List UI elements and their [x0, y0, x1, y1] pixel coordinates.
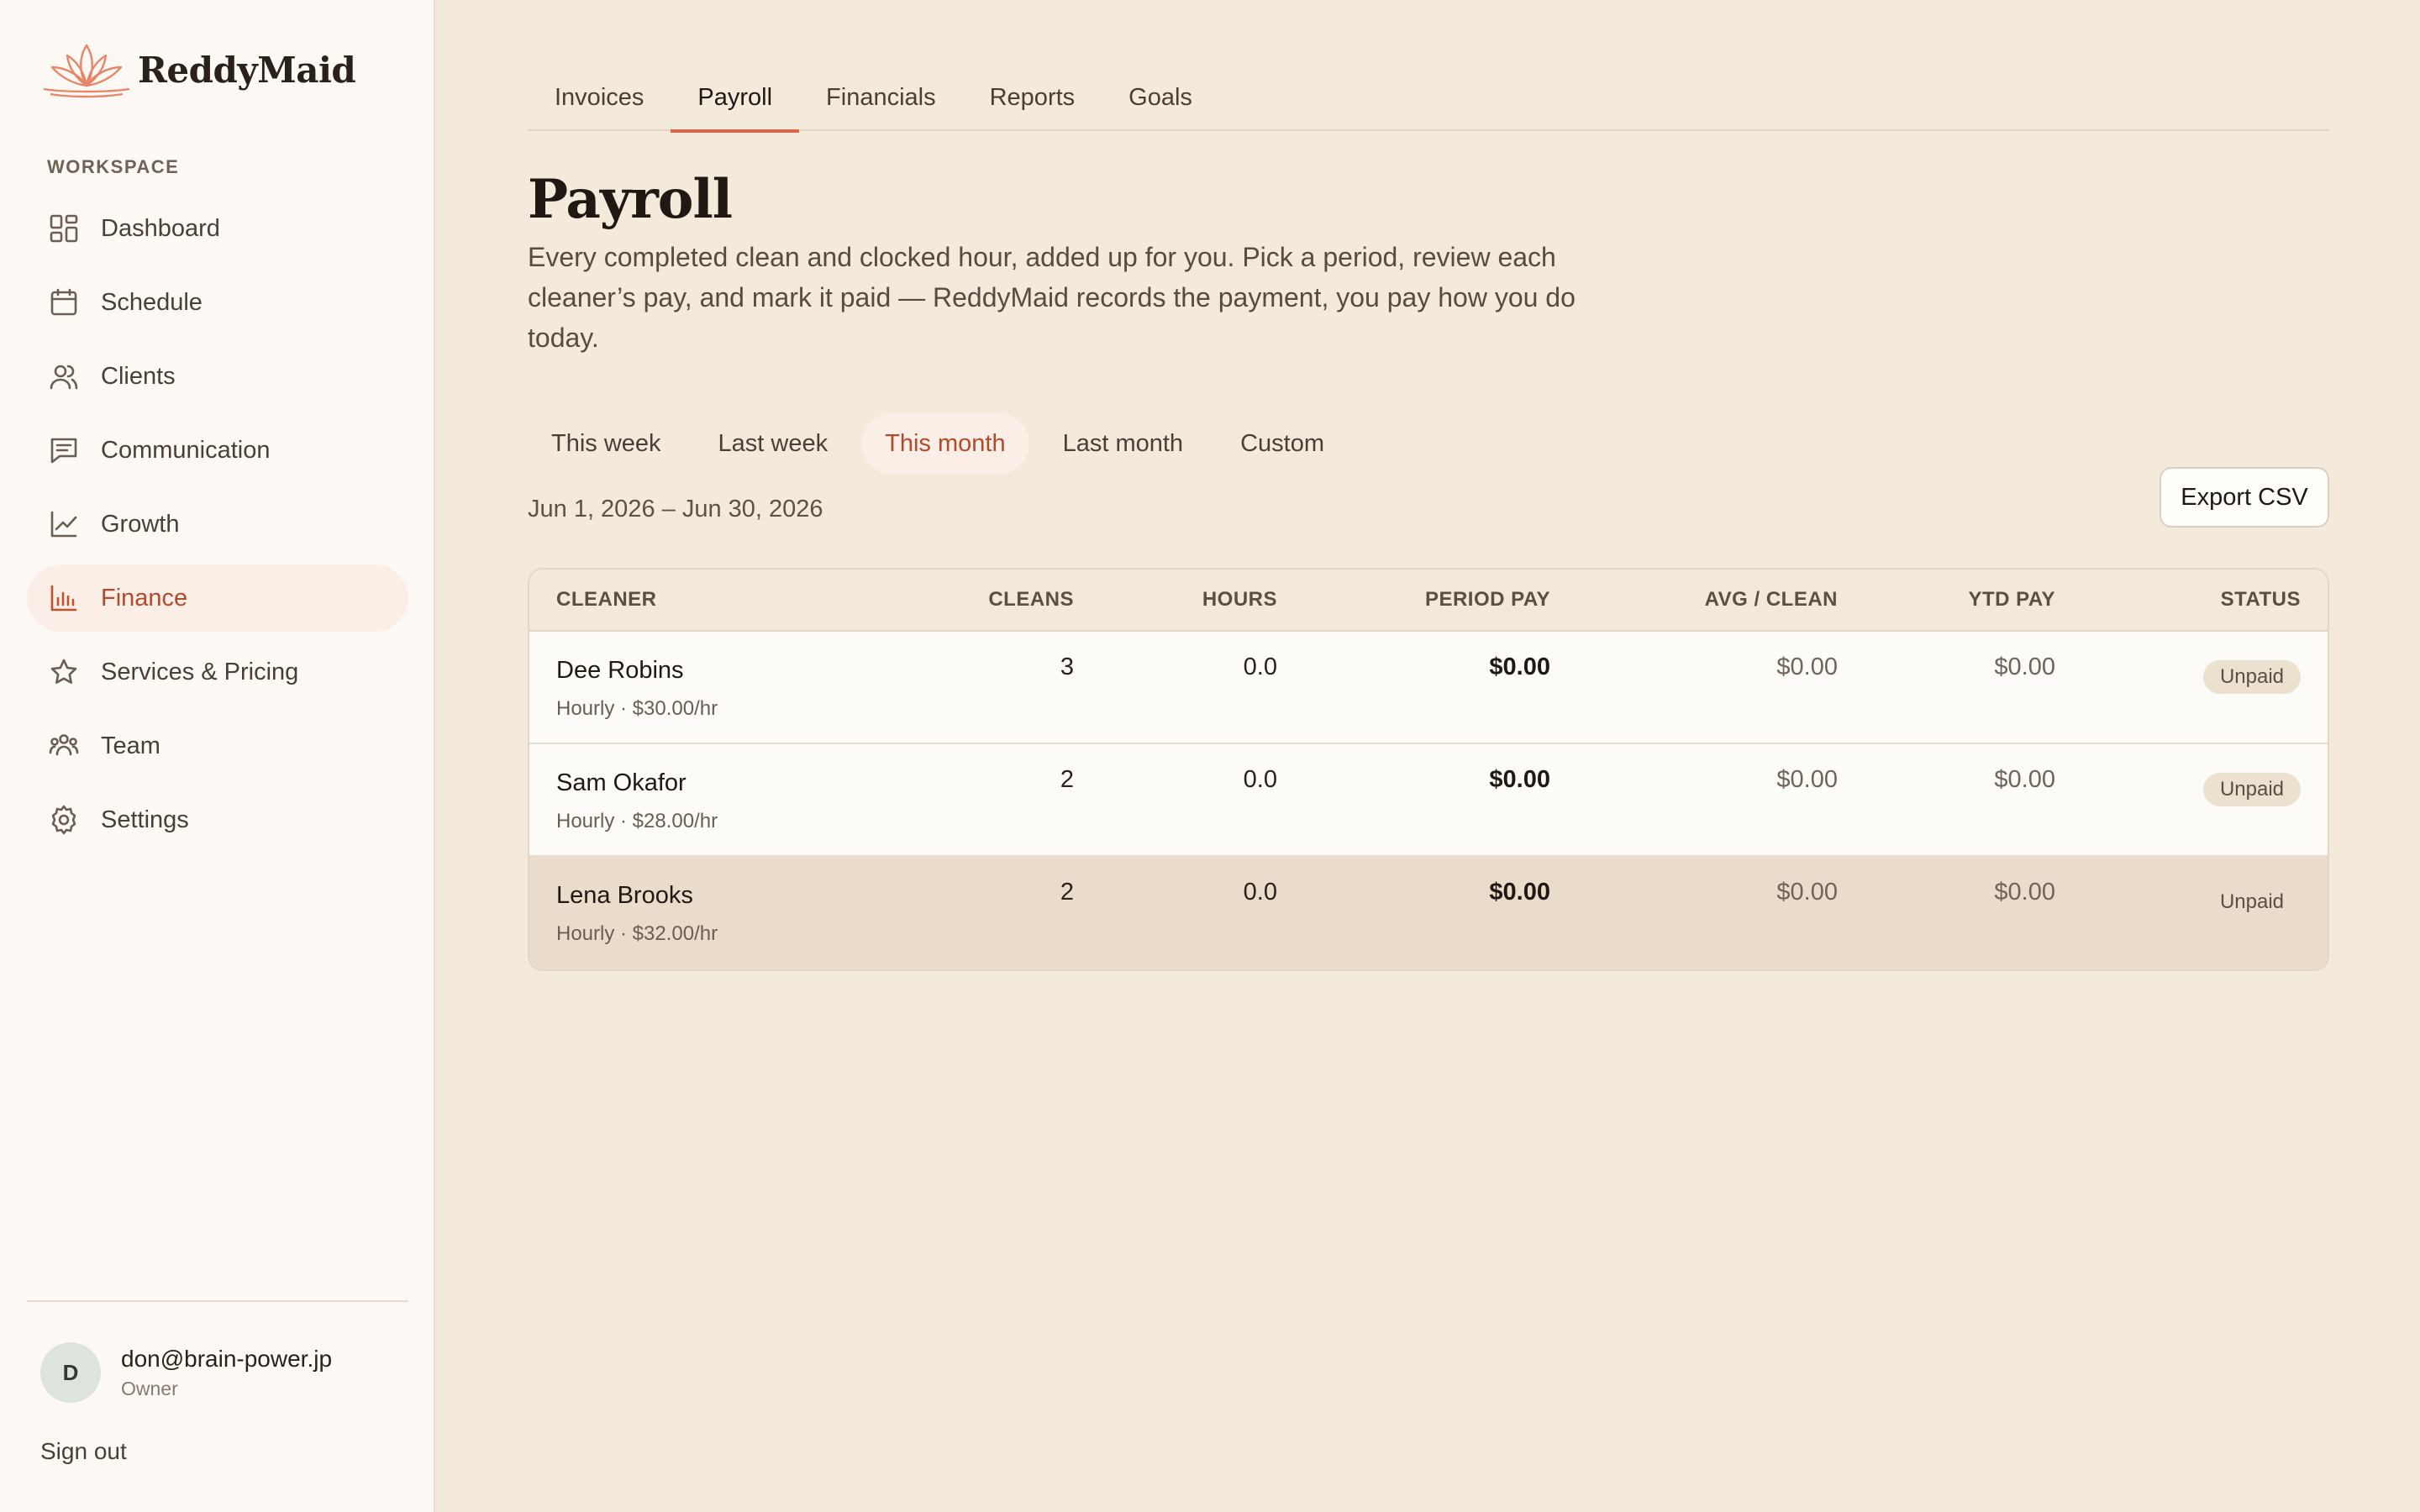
- dashboard-grid-icon: [47, 212, 81, 245]
- cleaner-name[interactable]: Sam Okafor: [556, 769, 687, 797]
- period-pay-value: $0.00: [1489, 879, 1550, 906]
- header-status[interactable]: STATUS: [2221, 588, 2301, 612]
- period-selector: This week Last week This month Last mont…: [528, 413, 1358, 474]
- cleans-count: 2: [1060, 766, 1074, 793]
- cleaner-name[interactable]: Lena Brooks: [556, 882, 693, 910]
- user-email: don@brain-power.jp: [121, 1345, 333, 1372]
- tab-financials[interactable]: Financials: [799, 77, 963, 131]
- trend-icon: [47, 507, 81, 541]
- payroll-table: CLEANER CLEANS HOURS PERIOD PAY AVG / CL…: [528, 568, 2329, 971]
- hours-value: 0.0: [1243, 654, 1277, 680]
- cleans-count: 3: [1060, 654, 1074, 680]
- ytd-pay-value: $0.00: [1994, 766, 2055, 793]
- sidebar-item-growth[interactable]: Growth: [27, 491, 408, 558]
- sidebar-item-team[interactable]: Team: [27, 712, 408, 780]
- period-last-month[interactable]: Last month: [1039, 413, 1207, 474]
- table-row[interactable]: Sam Okafor Hourly · $28.00/hr 2 0.0 $0.0…: [529, 744, 2328, 857]
- cleaner-rate: Hourly · $32.00/hr: [556, 922, 718, 945]
- star-icon: [47, 655, 81, 689]
- avg-clean-value: $0.00: [1776, 879, 1838, 906]
- sidebar: ReddyMaid WORKSPACE Dashboard Schedule C…: [0, 0, 435, 1512]
- message-icon: [47, 433, 81, 467]
- tab-reports[interactable]: Reports: [963, 77, 1102, 131]
- tab-goals[interactable]: Goals: [1102, 77, 1219, 131]
- users-icon: [47, 360, 81, 393]
- header-cleans[interactable]: CLEANS: [988, 588, 1074, 612]
- sidebar-item-services-pricing[interactable]: Services & Pricing: [27, 638, 408, 706]
- user-role: Owner: [121, 1377, 178, 1399]
- ytd-pay-value: $0.00: [1994, 654, 2055, 680]
- ytd-pay-value: $0.00: [1994, 879, 2055, 906]
- period-pay-value: $0.00: [1489, 766, 1550, 793]
- sidebar-item-label: Settings: [101, 806, 189, 833]
- status-badge[interactable]: Unpaid: [2203, 885, 2301, 919]
- bar-chart-icon: [47, 581, 81, 615]
- period-custom[interactable]: Custom: [1217, 413, 1348, 474]
- sidebar-item-finance[interactable]: Finance: [27, 564, 408, 632]
- header-avg-clean[interactable]: AVG / CLEAN: [1705, 588, 1838, 612]
- sidebar-item-label: Growth: [101, 510, 180, 538]
- header-period-pay[interactable]: PERIOD PAY: [1425, 588, 1550, 612]
- cleaner-rate: Hourly · $30.00/hr: [556, 697, 718, 720]
- sidebar-item-clients[interactable]: Clients: [27, 343, 408, 410]
- header-ytd-pay[interactable]: YTD PAY: [1968, 588, 2055, 612]
- workspace-section-label: WORKSPACE: [47, 156, 180, 177]
- finance-tabs: Invoices Payroll Financials Reports Goal…: [528, 77, 2329, 133]
- sidebar-item-label: Finance: [101, 584, 188, 612]
- sidebar-item-label: Dashboard: [101, 214, 220, 242]
- header-hours[interactable]: HOURS: [1202, 588, 1277, 612]
- sidebar-divider: [27, 1300, 408, 1302]
- sidebar-nav: Dashboard Schedule Clients Communication…: [27, 195, 408, 860]
- page-title: Payroll: [528, 168, 733, 231]
- status-badge[interactable]: Unpaid: [2202, 660, 2301, 694]
- cleaner-name[interactable]: Dee Robins: [556, 657, 684, 685]
- brand[interactable]: ReddyMaid: [40, 37, 356, 102]
- status-badge[interactable]: Unpaid: [2202, 773, 2301, 806]
- table-row[interactable]: Lena Brooks Hourly · $32.00/hr 2 0.0 $0.…: [529, 857, 2328, 969]
- sidebar-item-schedule[interactable]: Schedule: [27, 269, 408, 336]
- calendar-icon: [47, 286, 81, 319]
- table-row[interactable]: Dee Robins Hourly · $30.00/hr 3 0.0 $0.0…: [529, 632, 2328, 744]
- sidebar-item-label: Clients: [101, 362, 176, 390]
- hours-value: 0.0: [1243, 879, 1277, 906]
- sidebar-item-label: Communication: [101, 436, 271, 464]
- gear-icon: [47, 803, 81, 837]
- period-this-week[interactable]: This week: [528, 413, 685, 474]
- period-pay-value: $0.00: [1489, 654, 1550, 680]
- avg-clean-value: $0.00: [1776, 766, 1838, 793]
- sidebar-item-communication[interactable]: Communication: [27, 417, 408, 484]
- sidebar-item-label: Team: [101, 732, 160, 759]
- tab-payroll[interactable]: Payroll: [671, 77, 799, 133]
- hours-value: 0.0: [1243, 766, 1277, 793]
- sidebar-item-settings[interactable]: Settings: [27, 786, 408, 853]
- sidebar-item-dashboard[interactable]: Dashboard: [27, 195, 408, 262]
- page-description: Every completed clean and clocked hour, …: [528, 242, 1576, 353]
- avg-clean-value: $0.00: [1776, 654, 1838, 680]
- team-icon: [47, 729, 81, 763]
- period-this-month[interactable]: This month: [861, 413, 1029, 474]
- tab-invoices[interactable]: Invoices: [528, 77, 671, 131]
- user-profile[interactable]: D don@brain-power.jp Owner: [40, 1342, 332, 1403]
- table-header: CLEANER CLEANS HOURS PERIOD PAY AVG / CL…: [529, 570, 2328, 632]
- date-range: Jun 1, 2026 – Jun 30, 2026: [528, 496, 823, 522]
- cleaner-rate: Hourly · $28.00/hr: [556, 810, 718, 832]
- sidebar-item-label: Services & Pricing: [101, 658, 299, 685]
- period-last-week[interactable]: Last week: [695, 413, 852, 474]
- lotus-logo-icon: [43, 44, 130, 98]
- brand-name: ReddyMaid: [138, 49, 356, 91]
- header-cleaner[interactable]: CLEANER: [556, 588, 657, 612]
- sidebar-item-label: Schedule: [101, 288, 203, 316]
- avatar: D: [40, 1342, 101, 1403]
- sign-out-link[interactable]: Sign out: [40, 1438, 127, 1465]
- cleans-count: 2: [1060, 879, 1074, 906]
- export-csv-button[interactable]: Export CSV: [2160, 467, 2329, 528]
